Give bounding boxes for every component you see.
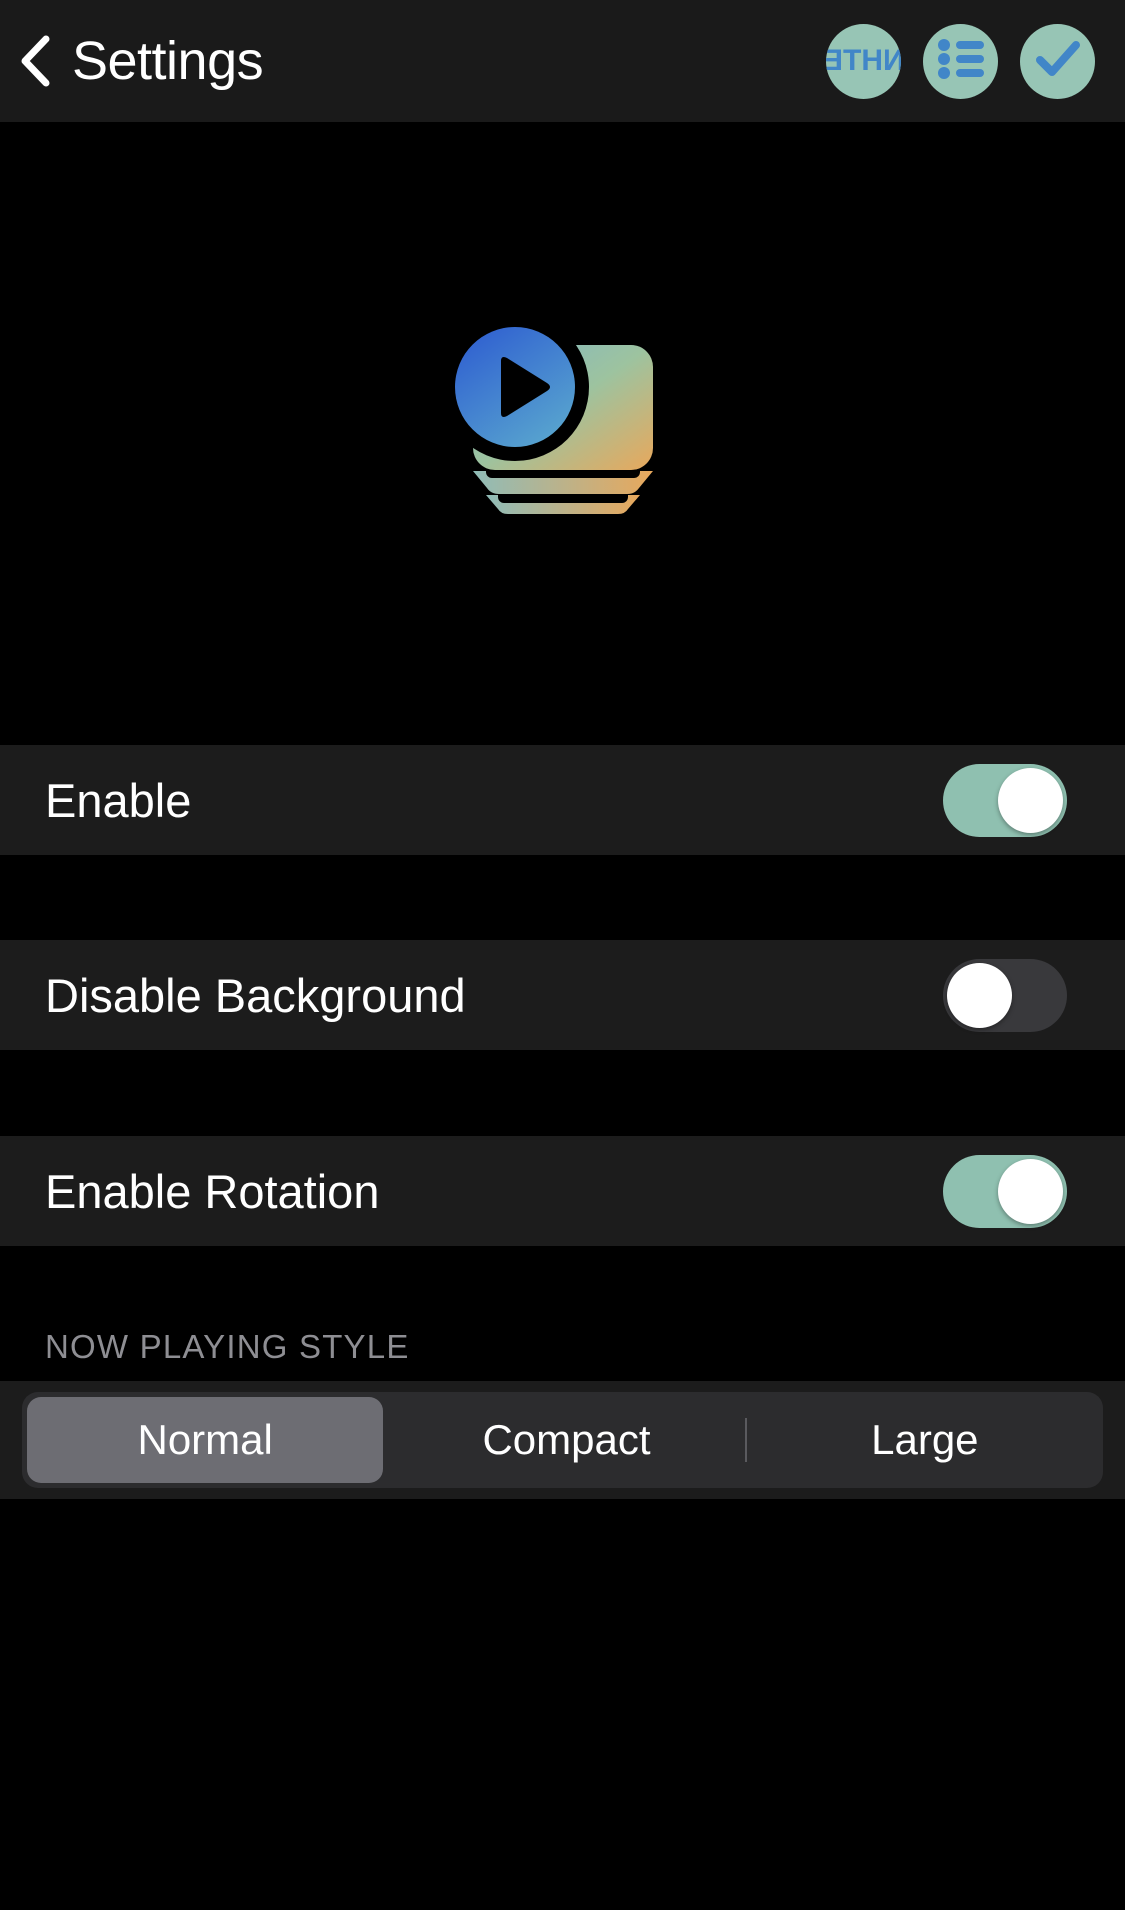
- setting-row-enable[interactable]: Enable: [0, 745, 1125, 855]
- now-playing-style-segmented-control[interactable]: Normal Compact Large: [22, 1392, 1103, 1488]
- app-logo: [413, 309, 713, 559]
- header-actions: NHTE: [826, 23, 1095, 99]
- nhte-logo-button[interactable]: NHTE: [826, 23, 901, 99]
- section-header-now-playing-style: NOW PLAYING STYLE: [0, 1246, 1125, 1381]
- toggle-knob: [947, 962, 1012, 1028]
- segment-large[interactable]: Large: [747, 1392, 1103, 1488]
- bulleted-list-icon: [937, 38, 984, 84]
- segment-normal[interactable]: Normal: [27, 1397, 384, 1483]
- checkmark-icon: [1035, 39, 1081, 84]
- section-title: NOW PLAYING STYLE: [45, 1328, 410, 1365]
- chevron-left-icon: [18, 35, 52, 87]
- checkmark-button[interactable]: [1020, 23, 1095, 99]
- setting-label: Enable Rotation: [45, 1164, 380, 1218]
- setting-row-enable-rotation[interactable]: Enable Rotation: [0, 1136, 1125, 1246]
- setting-label: Disable Background: [45, 968, 466, 1022]
- navigation-bar: Settings NHTE: [0, 0, 1125, 122]
- enable-rotation-toggle[interactable]: [943, 1154, 1067, 1228]
- back-button[interactable]: Settings: [18, 0, 264, 122]
- app-logo-area: [0, 122, 1125, 745]
- page-title: Settings: [72, 31, 264, 91]
- setting-row-disable-background[interactable]: Disable Background: [0, 940, 1125, 1050]
- toggle-knob: [998, 767, 1063, 833]
- now-playing-style-strip: Normal Compact Large: [0, 1381, 1125, 1499]
- segment-label: Large: [871, 1416, 979, 1463]
- disable-background-toggle[interactable]: [943, 958, 1067, 1032]
- setting-label: Enable: [45, 773, 192, 827]
- enable-toggle[interactable]: [943, 763, 1067, 837]
- nhte-logo-icon: NHTE: [826, 44, 901, 77]
- segment-label: Compact: [482, 1416, 651, 1463]
- toggle-knob: [998, 1158, 1063, 1224]
- bulleted-list-button[interactable]: [923, 23, 998, 99]
- segment-label: Normal: [137, 1416, 273, 1463]
- segment-compact[interactable]: Compact: [388, 1392, 744, 1488]
- settings-screen: Settings NHTE Enable Disable Background …: [0, 0, 1125, 1910]
